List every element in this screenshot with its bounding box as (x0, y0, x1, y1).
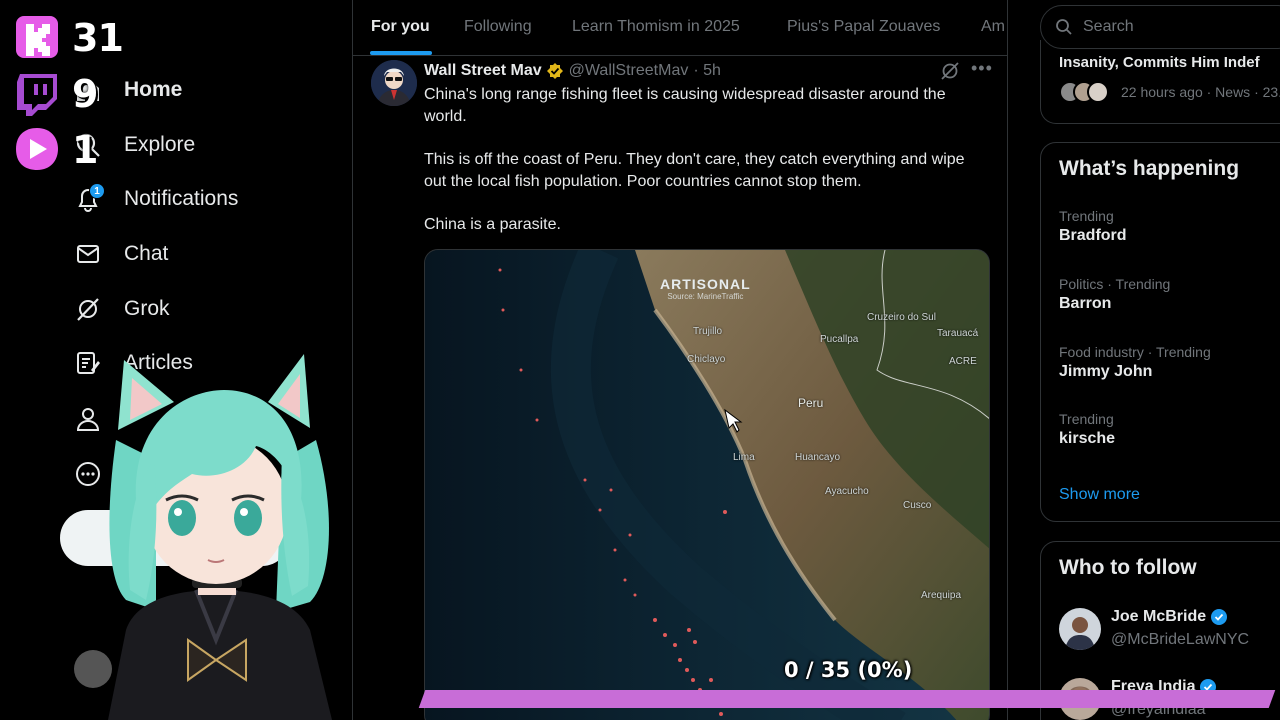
nav-grok[interactable]: Grok (70, 289, 170, 329)
timeline-tabs: For you Following Learn Thomism in 2025 … (353, 0, 1008, 56)
nav-grok-label: Grok (124, 297, 170, 320)
twitch-logo-icon (17, 74, 57, 116)
tab-truncated[interactable]: Am (981, 0, 1005, 55)
trend-item[interactable]: Trending Bradford (1059, 208, 1280, 245)
search-icon (1056, 19, 1072, 35)
vtuber-avatar (108, 354, 332, 720)
main-timeline: For you Following Learn Thomism in 2025 … (352, 0, 1008, 720)
bell-icon: 1 (70, 181, 106, 217)
who-to-follow-title: Who to follow (1059, 556, 1197, 579)
grok-icon (70, 291, 106, 327)
trend-item[interactable]: Food industry · Trending Jimmy John (1059, 344, 1280, 381)
show-more-link[interactable]: Show more (1059, 486, 1140, 504)
follow-name-text: Joe McBride (1111, 608, 1207, 625)
news-avatar (1087, 81, 1109, 103)
tweet-paragraph: This is off the coast of Peru. They don'… (424, 151, 965, 190)
news-headline[interactable]: Insanity, Commits Him Indef (1059, 54, 1260, 71)
nav-notifications[interactable]: 1 Notifications (70, 179, 238, 219)
whats-happening-title: What’s happening (1059, 157, 1240, 180)
right-sidebar: Insanity, Commits Him Indef 22 hours ago… (1008, 0, 1280, 720)
nav-chat-label: Chat (124, 242, 169, 265)
trend-name: Barron (1059, 295, 1112, 312)
tweet-video[interactable]: ARTISONAL Source: MarineTraffic Peru Puc… (424, 249, 990, 720)
trend-meta: Politics · Trending (1059, 276, 1171, 292)
map-label-chiclayo: Chiclayo (687, 354, 726, 365)
trend-meta: Food industry · Trending (1059, 344, 1211, 360)
goal-progress-label: 0 / 35 (0%) (784, 658, 913, 682)
author-handle[interactable]: @WallStreetMav (569, 62, 689, 80)
tweet[interactable]: Wall Street Mav @WallStreetMav · 5h ••• … (353, 57, 1008, 720)
news-avatars (1059, 81, 1109, 103)
rumble-logo-icon (16, 128, 58, 170)
watermark-title: ARTISONAL (660, 276, 751, 292)
map-label-cruzeiro: Cruzeiro do Sul (867, 312, 936, 323)
trend-item[interactable]: Politics · Trending Barron (1059, 276, 1280, 313)
goal-progress-bar (418, 690, 1276, 708)
watermark-source: Source: MarineTraffic (667, 292, 744, 301)
more-options-icon[interactable]: ••• (971, 59, 992, 79)
grok-explain-icon[interactable] (940, 61, 960, 81)
nav-chat[interactable]: Chat (70, 234, 168, 274)
trend-item[interactable]: Trending kirsche (1059, 411, 1280, 448)
kick-viewer-count: 31 (14, 14, 154, 62)
whats-happening-card: What’s happening Trending Bradford Polit… (1040, 142, 1280, 522)
search-placeholder: Search (1083, 18, 1134, 35)
author-avatar[interactable] (371, 60, 417, 106)
tab-papal-zouaves[interactable]: Pius's Papal Zouaves (787, 0, 940, 55)
follow-avatar[interactable] (1059, 608, 1101, 650)
map-label-cusco: Cusco (903, 500, 932, 511)
tweet-paragraph: China's long range fishing fleet is caus… (424, 86, 946, 125)
gold-verified-icon (546, 63, 563, 79)
map-label-acre: ACRE (949, 356, 977, 367)
tweet-body: China's long range fishing fleet is caus… (424, 84, 984, 257)
twitch-count: 9 (72, 72, 98, 116)
map-label-huancayo: Huancayo (795, 452, 841, 463)
news-meta: 22 hours ago · News · 23. (1121, 84, 1280, 100)
video-watermark: ARTISONAL Source: MarineTraffic (660, 276, 751, 301)
author-name[interactable]: Wall Street Mav (424, 62, 542, 80)
trend-name: Bradford (1059, 227, 1127, 244)
active-tab-indicator (370, 51, 432, 55)
rumble-count: 1 (72, 128, 98, 172)
map-label-arequipa: Arequipa (921, 590, 962, 601)
map-label-ayacucho: Ayacucho (825, 486, 869, 497)
blue-verified-icon (1211, 609, 1228, 625)
trend-meta: Trending (1059, 208, 1114, 224)
rumble-viewer-count: 1 (14, 126, 154, 174)
kick-count: 31 (72, 16, 124, 60)
follow-name: Joe McBride (1111, 608, 1228, 626)
tweet-paragraph: China is a parasite. (424, 216, 561, 233)
envelope-icon (70, 236, 106, 272)
map-label-lima: Lima (733, 452, 755, 463)
kick-logo-icon (16, 16, 58, 58)
map-label-tarauaca: Tarauacá (937, 328, 979, 339)
follow-handle: @McBrideLawNYC (1111, 631, 1250, 648)
tab-for-you[interactable]: For you (371, 0, 430, 55)
news-card[interactable]: Insanity, Commits Him Indef 22 hours ago… (1040, 40, 1280, 124)
trend-name: kirsche (1059, 430, 1116, 447)
trend-meta: Trending (1059, 411, 1114, 427)
tab-learn-thomism[interactable]: Learn Thomism in 2025 (572, 0, 740, 55)
map-label-trujillo: Trujillo (693, 326, 723, 337)
map-label-peru: Peru (798, 396, 824, 410)
tweet-header: Wall Street Mav @WallStreetMav · 5h (424, 61, 721, 81)
tab-following[interactable]: Following (464, 0, 532, 55)
follow-suggestion[interactable]: Joe McBride @McBrideLawNYC (1059, 608, 1280, 656)
search-input[interactable]: Search (1040, 5, 1280, 49)
map-label-pucallpa: Pucallpa (820, 334, 859, 345)
notification-badge: 1 (89, 183, 105, 199)
twitch-viewer-count: 9 (14, 70, 154, 118)
trend-name: Jimmy John (1059, 363, 1153, 380)
tweet-timestamp[interactable]: · 5h (693, 62, 721, 80)
nav-notifications-label: Notifications (124, 187, 239, 210)
